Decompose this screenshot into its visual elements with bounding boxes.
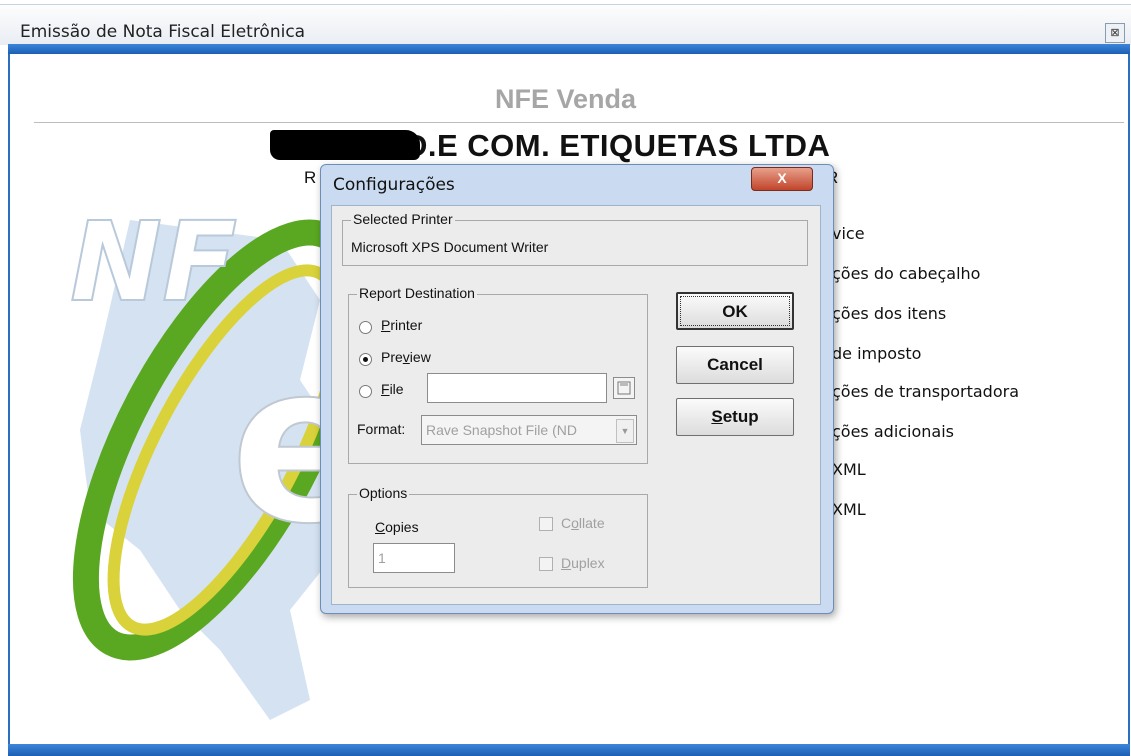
preview-radio[interactable] xyxy=(359,353,372,366)
selected-printer-group: Selected Printer Microsoft XPS Document … xyxy=(342,211,808,266)
window-titlebar[interactable]: Emissão de Nota Fiscal Eletrônica ⊠ xyxy=(0,4,1131,45)
save-file-icon[interactable] xyxy=(613,377,635,399)
dialog-body: Selected Printer Microsoft XPS Document … xyxy=(331,205,821,605)
selected-printer-label: Selected Printer xyxy=(351,211,455,227)
preview-radio-label[interactable]: Preview xyxy=(381,349,431,365)
cancel-button[interactable]: Cancel xyxy=(676,346,794,384)
redaction-mark xyxy=(270,130,420,160)
window-title: Emissão de Nota Fiscal Eletrônica xyxy=(20,22,306,42)
dialog-close-button[interactable]: X xyxy=(751,167,813,191)
format-select-value: Rave Snapshot File (ND xyxy=(426,422,577,438)
file-path-input[interactable] xyxy=(427,373,607,403)
menu-item-service[interactable]: vice xyxy=(832,224,865,243)
menu-item-carrier-info[interactable]: ções de transportadora xyxy=(832,382,1019,401)
file-radio-label[interactable]: File xyxy=(381,381,404,397)
menu-item-header-info[interactable]: ções do cabeçalho xyxy=(832,264,980,283)
configuracoes-dialog: Configurações X Selected Printer Microso… xyxy=(320,164,834,614)
header-blue-bar xyxy=(8,44,1130,54)
printer-radio[interactable] xyxy=(359,321,372,334)
menu-item-items-info[interactable]: ções dos itens xyxy=(832,304,946,323)
duplex-label: Duplex xyxy=(561,555,605,571)
file-radio[interactable] xyxy=(359,385,372,398)
options-group: Options Copies 1 Collate Duplex xyxy=(348,485,648,588)
logo-nf-text: NF xyxy=(70,198,237,326)
collate-label: Collate xyxy=(561,515,605,531)
footer-blue-bar xyxy=(8,744,1130,756)
options-label: Options xyxy=(357,485,410,501)
dialog-title: Configurações xyxy=(333,175,455,195)
ok-button[interactable]: OK xyxy=(676,292,794,330)
selected-printer-value: Microsoft XPS Document Writer xyxy=(351,239,549,255)
menu-item-xml-1[interactable]: XML xyxy=(832,460,866,479)
menu-item-xml-2[interactable]: XML xyxy=(832,500,866,519)
menu-item-tax[interactable]: de imposto xyxy=(832,344,921,363)
copies-input[interactable]: 1 xyxy=(373,543,455,573)
collate-checkbox[interactable] xyxy=(539,517,553,531)
duplex-checkbox[interactable] xyxy=(539,557,553,571)
menu-item-additional-info[interactable]: ções adicionais xyxy=(832,422,954,441)
report-destination-label: Report Destination xyxy=(357,285,477,301)
divider xyxy=(34,122,1124,123)
copies-value: 1 xyxy=(378,550,386,566)
format-select[interactable]: Rave Snapshot File (ND ▼ xyxy=(421,415,637,445)
window-close-button[interactable]: ⊠ xyxy=(1105,23,1125,43)
report-destination-group: Report Destination Printer Preview File … xyxy=(348,285,648,464)
setup-button[interactable]: Setup xyxy=(676,398,794,436)
printer-radio-label[interactable]: Printer xyxy=(381,317,422,333)
format-label: Format: xyxy=(357,421,406,437)
copies-label: Copies xyxy=(375,519,419,535)
section-title: NFE Venda xyxy=(494,84,637,114)
chevron-down-icon[interactable]: ▼ xyxy=(616,419,634,443)
